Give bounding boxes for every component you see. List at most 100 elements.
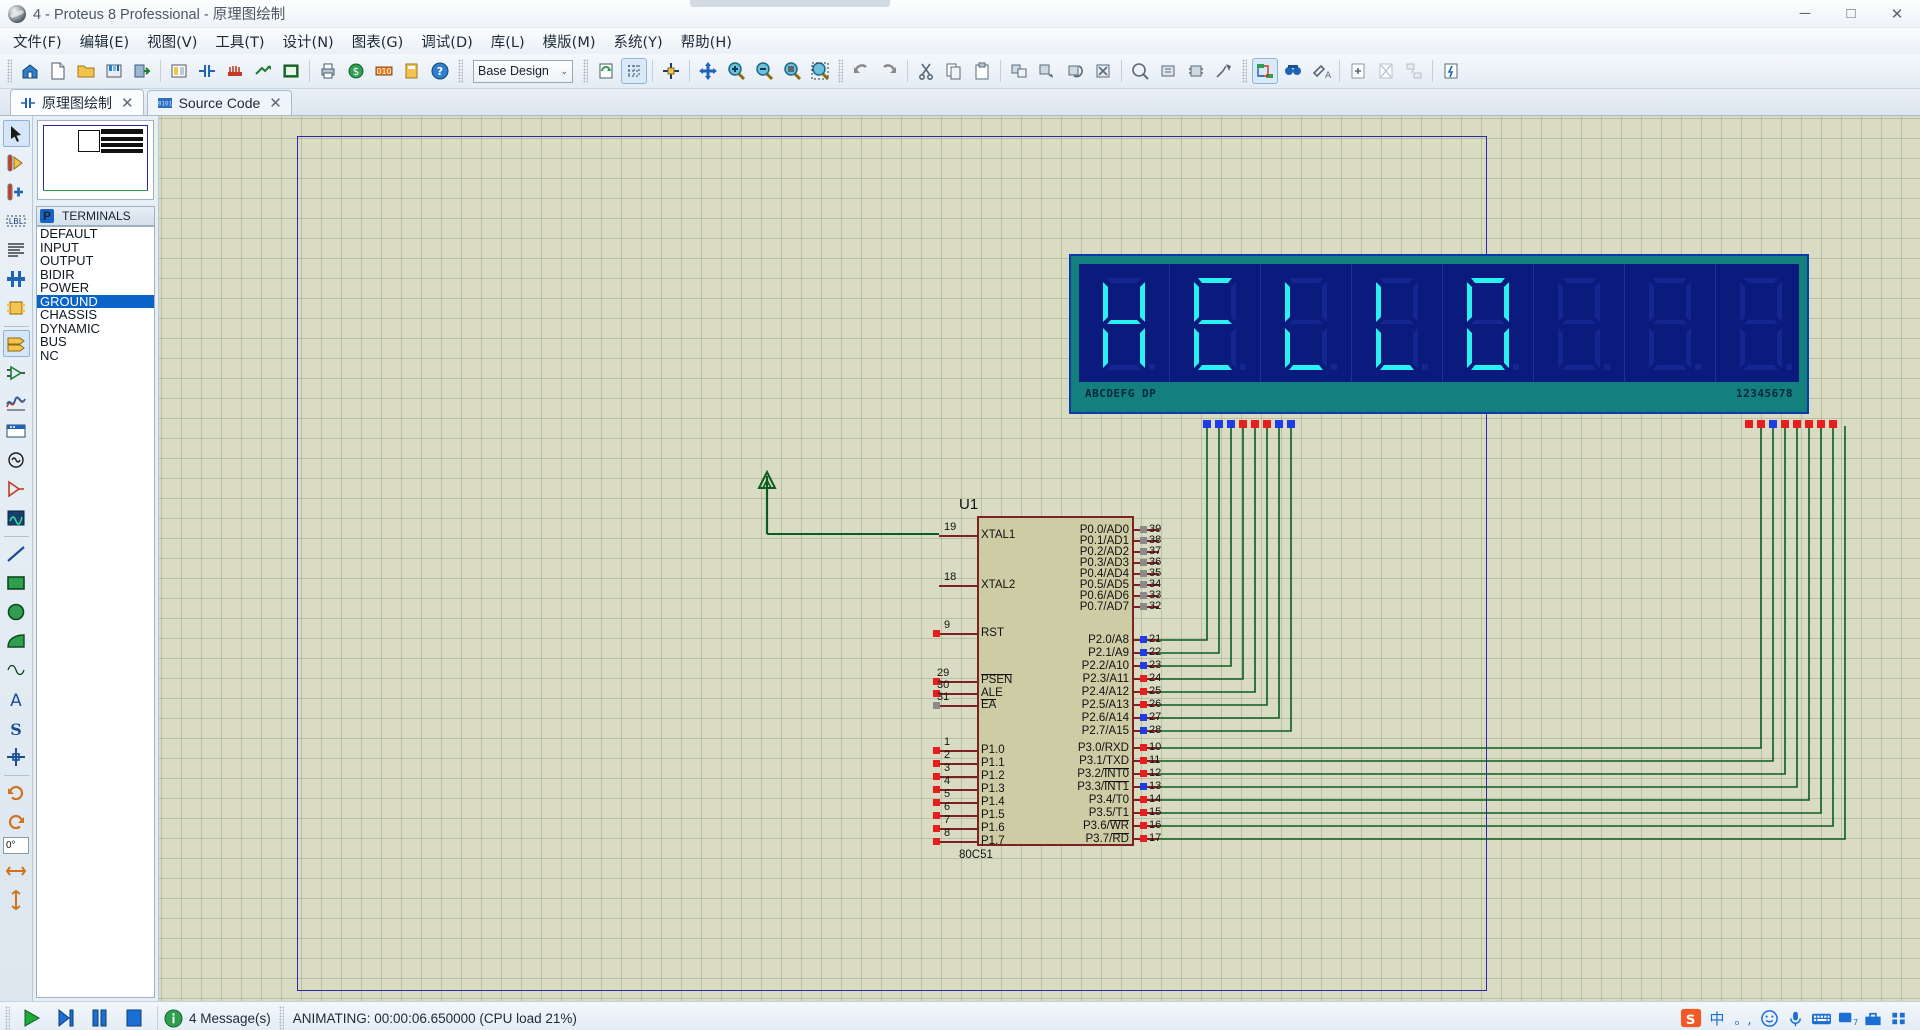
menu-edit[interactable]: 编辑(E): [71, 28, 138, 55]
menu-template[interactable]: 模版(M): [534, 28, 605, 55]
window-drag-handle[interactable]: [690, 0, 890, 7]
maximize-button[interactable]: □: [1828, 0, 1874, 28]
microphone-icon[interactable]: [1782, 1005, 1808, 1030]
rotate-anticlockwise-icon[interactable]: [3, 808, 30, 835]
new-project-icon[interactable]: [45, 58, 71, 84]
new-sheet-icon[interactable]: [1345, 58, 1371, 84]
wire-label-icon[interactable]: LBL: [3, 207, 30, 234]
open-project-icon[interactable]: [73, 58, 99, 84]
packaging-tool-icon[interactable]: [1183, 58, 1209, 84]
path-icon[interactable]: [3, 656, 30, 683]
redo-icon[interactable]: [876, 58, 902, 84]
mirror-vertical-icon[interactable]: [3, 886, 30, 913]
stop-button[interactable]: [117, 1003, 151, 1030]
block-move-icon[interactable]: [1034, 58, 1060, 84]
remove-sheet-icon[interactable]: [1373, 58, 1399, 84]
billing-icon[interactable]: $: [343, 58, 369, 84]
menu-debug[interactable]: 调试(D): [412, 28, 481, 55]
mirror-horizontal-icon[interactable]: [3, 857, 30, 884]
message-indicator[interactable]: 4 Message(s): [164, 1009, 271, 1028]
line-icon[interactable]: [3, 540, 30, 567]
schematic-capture-icon[interactable]: [194, 58, 220, 84]
origin-icon[interactable]: [658, 58, 684, 84]
menu-library[interactable]: 库(L): [482, 28, 534, 55]
generator-icon[interactable]: [3, 446, 30, 473]
pan-icon[interactable]: [695, 58, 721, 84]
copy-icon[interactable]: [941, 58, 967, 84]
list-item[interactable]: GROUND: [37, 295, 154, 309]
import-export-icon[interactable]: [129, 58, 155, 84]
keyboard-icon[interactable]: [1808, 1005, 1834, 1030]
list-item[interactable]: BUS: [37, 335, 154, 349]
zoom-out-icon[interactable]: [751, 58, 777, 84]
source-code-icon[interactable]: [278, 58, 304, 84]
refresh-icon[interactable]: [593, 58, 619, 84]
overview-preview[interactable]: [37, 120, 154, 200]
save-project-icon[interactable]: [101, 58, 127, 84]
pick-device-icon[interactable]: [1127, 58, 1153, 84]
menu-design[interactable]: 设计(N): [274, 28, 343, 55]
play-button[interactable]: [15, 1003, 49, 1030]
menu-graph[interactable]: 图表(G): [343, 28, 413, 55]
bom-report-icon[interactable]: [1438, 58, 1464, 84]
wire-autorouter-icon[interactable]: [1252, 58, 1278, 84]
pcb-layout-icon[interactable]: [222, 58, 248, 84]
menu-grid-icon[interactable]: [1886, 1005, 1912, 1030]
device-pins-icon[interactable]: [3, 359, 30, 386]
graph-icon[interactable]: [3, 388, 30, 415]
close-icon[interactable]: ✕: [269, 94, 282, 112]
pause-button[interactable]: [83, 1003, 117, 1030]
step-button[interactable]: [49, 1003, 83, 1030]
picker-badge[interactable]: P: [40, 209, 54, 223]
toggle-grid-icon[interactable]: [621, 58, 647, 84]
tab-schematic[interactable]: 原理图绘制 ✕: [10, 89, 144, 115]
list-item[interactable]: POWER: [37, 281, 154, 295]
design-explorer-icon[interactable]: 010: [371, 58, 397, 84]
tab-source-code[interactable]: 0101 Source Code ✕: [147, 90, 292, 115]
menu-view[interactable]: 视图(V): [138, 28, 206, 55]
text-icon[interactable]: A: [3, 685, 30, 712]
toolbox-icon[interactable]: [1860, 1005, 1886, 1030]
statusbar-grip[interactable]: [279, 1006, 284, 1030]
block-delete-icon[interactable]: [1090, 58, 1116, 84]
paste-icon[interactable]: [969, 58, 995, 84]
make-device-icon[interactable]: [1155, 58, 1181, 84]
punctuation-icon[interactable]: 。,: [1730, 1005, 1756, 1030]
list-item[interactable]: NC: [37, 349, 154, 363]
junction-dot-icon[interactable]: [3, 178, 30, 205]
zoom-to-fit-icon[interactable]: [779, 58, 805, 84]
print-icon[interactable]: [315, 58, 341, 84]
rotation-field[interactable]: 0°: [3, 837, 29, 854]
buses-icon[interactable]: [3, 265, 30, 292]
chinese-input-icon[interactable]: 中: [1704, 1005, 1730, 1030]
list-item[interactable]: OUTPUT: [37, 254, 154, 268]
menu-file[interactable]: 文件(F): [4, 28, 71, 55]
list-item[interactable]: BIDIR: [37, 268, 154, 282]
toolbar-grip[interactable]: [1242, 59, 1247, 83]
home-icon[interactable]: [17, 58, 43, 84]
component-mode-icon[interactable]: [3, 149, 30, 176]
terminals-list[interactable]: DEFAULT INPUT OUTPUT BIDIR POWER GROUND …: [36, 226, 155, 998]
text-script-icon[interactable]: [3, 236, 30, 263]
voltage-probe-icon[interactable]: [3, 475, 30, 502]
symbol-icon[interactable]: S: [3, 714, 30, 741]
toolbar-grip[interactable]: [583, 59, 588, 83]
menu-system[interactable]: 系统(Y): [605, 28, 672, 55]
decompose-icon[interactable]: [1211, 58, 1237, 84]
arc-icon[interactable]: [3, 627, 30, 654]
bill-of-materials-icon[interactable]: [166, 58, 192, 84]
block-copy-icon[interactable]: [1006, 58, 1032, 84]
project-clips-icon[interactable]: [399, 58, 425, 84]
toolbar-grip[interactable]: [7, 59, 12, 83]
menu-tools[interactable]: 工具(T): [206, 28, 273, 55]
close-button[interactable]: ✕: [1874, 0, 1920, 28]
menu-help[interactable]: 帮助(H): [672, 28, 741, 55]
minimize-button[interactable]: ─: [1782, 0, 1828, 28]
exit-sheet-icon[interactable]: [1401, 58, 1427, 84]
list-item[interactable]: INPUT: [37, 241, 154, 255]
list-item[interactable]: CHASSIS: [37, 308, 154, 322]
statusbar-grip[interactable]: [5, 1006, 10, 1030]
tape-recorder-icon[interactable]: [3, 417, 30, 444]
3d-visualizer-icon[interactable]: [250, 58, 276, 84]
screenshot-icon[interactable]: 7: [1834, 1005, 1860, 1030]
